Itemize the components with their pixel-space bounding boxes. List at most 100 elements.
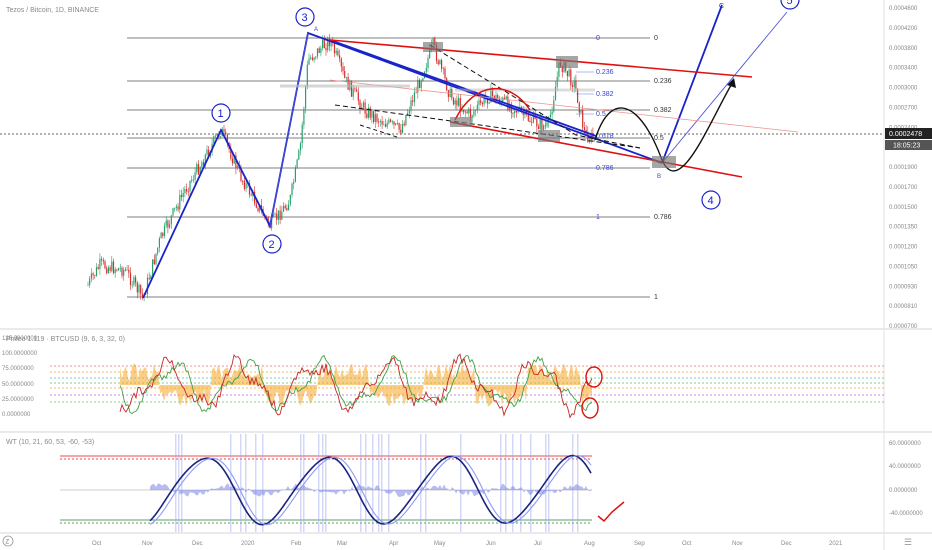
candle-body [439,60,441,64]
candle-body [325,47,327,51]
candle-body [417,79,419,93]
time-axis-label: 2021 [829,541,843,547]
candle-body [408,110,410,113]
candle-body [366,113,368,118]
wave-label-1[interactable]: 1 [211,103,231,123]
candle-body [114,269,116,274]
candle-body [281,211,283,220]
candle-body [107,267,109,274]
candle-body [138,284,140,293]
fib-left-label: 0.382 [654,107,672,114]
candle-body [243,180,245,189]
candle-body [570,69,572,86]
candle-body [87,284,89,286]
candle-body [129,272,132,286]
time-axis-label: Jun [486,541,496,547]
candle-body [97,267,99,269]
candle-body [412,100,414,102]
candle-body [539,118,541,130]
candle-body [335,50,337,54]
osc2-signal-bar [322,434,324,532]
candle-body [111,261,113,271]
candle-body [345,76,347,78]
candle-body [468,108,470,114]
candle-body [106,268,108,274]
candle-body [180,195,183,197]
candle-body [456,100,458,106]
candle-body [537,126,540,130]
candle-body [288,204,290,211]
candle-body [512,112,514,114]
candle-body [497,95,499,99]
candle-body [393,121,395,125]
candle-body [447,90,449,97]
candle-body [289,194,291,205]
candle-body [306,64,308,87]
candle-body [296,159,298,168]
candle-body [357,91,359,101]
candle-body [187,191,189,193]
osc2-signal-bar [388,434,390,532]
wave-label-4[interactable]: 4 [701,190,721,210]
price-tick-label: 0.0004200 [889,26,918,32]
tradingview-logo-icon: ☰ [904,537,912,547]
candle-body [276,213,278,220]
candle-body [167,220,169,228]
osc2-signal-bar [420,434,422,532]
marker-box[interactable] [423,42,443,52]
fib-right-label: 0.5 [596,111,606,118]
candle-body [386,123,388,127]
candle-body [179,195,181,210]
candle-body [177,206,179,210]
candle-body [442,68,444,70]
marker-box[interactable] [538,130,560,142]
candle-body [541,118,543,130]
candle-body [339,55,341,59]
candle-body [466,111,468,114]
candle-body [395,123,397,125]
candle-body [141,293,143,297]
svg-text:3: 3 [302,12,308,24]
candle-body [174,207,176,209]
candle-body [322,39,324,49]
osc1-tick-label: 50.0000000 [2,382,34,388]
candle-body [153,259,155,265]
candle-body [123,269,125,276]
candle-body [172,208,174,216]
candle-body [157,247,159,254]
time-axis-label: 2020 [241,541,255,547]
marker-box[interactable] [556,56,578,68]
candle-body [328,38,330,47]
candle-body [89,278,91,285]
marker-box[interactable] [652,156,676,168]
candle-body [92,273,94,276]
candle-body [415,92,417,94]
candle-body [305,86,307,109]
candle-body [410,100,412,111]
candle-body [379,121,381,122]
candle-body [225,131,227,135]
time-axis-label: Dec [781,541,792,547]
chart-canvas[interactable]: Tezos / Bitcoin, 1D, BINANCE 0.0004600 0.… [0,0,932,550]
candle-body [418,79,421,89]
candle-body [237,166,239,169]
wave-label-3[interactable]: 3 [295,7,315,27]
candle-body [313,57,315,60]
candle-body [543,125,545,130]
candle-body [390,119,392,122]
candle-body [160,232,162,239]
osc2-signal-bar [381,434,383,532]
candle-body [155,253,157,265]
candle-body [580,109,582,113]
candle-body [505,96,507,99]
candle-body [475,110,477,112]
time-axis-label: Dec [192,541,203,547]
candle-body [175,206,177,208]
wave-a-label: A [314,27,318,33]
time-axis-label: Aug [584,541,595,547]
osc2-signal-bar [577,434,579,532]
marker-box[interactable] [450,117,472,127]
candle-body [323,39,325,48]
wave-label-2[interactable]: 2 [262,234,282,254]
candle-body [452,97,455,105]
